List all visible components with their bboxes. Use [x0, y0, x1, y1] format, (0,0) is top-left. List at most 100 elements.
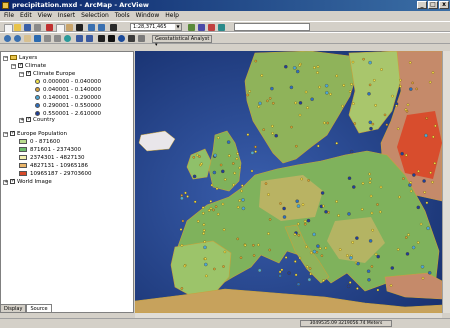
station-point — [270, 86, 274, 91]
fixed-zoom-out-icon[interactable] — [54, 35, 61, 42]
menu-selection[interactable]: Selection — [81, 11, 109, 21]
europe-map[interactable] — [135, 51, 442, 313]
layers-collapse-toggle[interactable]: − — [3, 56, 8, 61]
climate-checkbox[interactable]: ✓ — [18, 63, 23, 68]
station-point — [369, 126, 373, 131]
menu-edit[interactable]: Edit — [20, 11, 32, 21]
country-layer[interactable]: ✓ Country — [26, 116, 55, 124]
station-point — [296, 204, 301, 208]
climate-europe-collapse-toggle[interactable]: − — [19, 72, 24, 77]
find-binoculars-icon[interactable] — [128, 35, 135, 42]
measure-icon[interactable] — [138, 35, 145, 42]
station-point — [351, 60, 355, 64]
menu-window[interactable]: Window — [136, 11, 160, 21]
station-point — [416, 205, 421, 210]
pan-hand-icon[interactable] — [24, 35, 31, 42]
world-image-checkbox[interactable]: ✓ — [10, 179, 15, 184]
tools-toolbar: Geostatistical Analyst ▾ — [0, 32, 450, 48]
back-extent-icon[interactable] — [76, 35, 83, 42]
menu-bar: File Edit View Insert Selection Tools Wi… — [0, 11, 450, 21]
station-point — [376, 254, 380, 259]
select-features-icon[interactable] — [98, 35, 105, 42]
station-point — [368, 120, 373, 125]
station-point — [198, 155, 201, 158]
delete-icon[interactable] — [76, 24, 83, 31]
command-line-icon[interactable] — [208, 24, 215, 31]
station-point — [423, 191, 426, 194]
world-image-layer[interactable]: ✓ World Image — [10, 178, 52, 186]
station-point — [320, 254, 324, 257]
identify-icon[interactable] — [118, 35, 125, 42]
map-scale-combo[interactable]: 1:28,371,465 ▼ — [130, 23, 182, 31]
europe-population-layer[interactable]: ✓ Europe Population — [10, 130, 67, 138]
legend-swatch-icon — [19, 147, 27, 152]
forward-extent-icon[interactable] — [86, 35, 93, 42]
full-extent-icon[interactable] — [34, 35, 41, 42]
world-image-expand-toggle[interactable]: + — [3, 180, 8, 185]
station-point — [324, 210, 328, 214]
layers-row[interactable]: Layers — [10, 54, 37, 62]
chevron-down-icon[interactable]: ▼ — [175, 24, 181, 30]
redo-icon[interactable] — [98, 24, 105, 31]
map-vertical-scrollbar[interactable] — [442, 51, 450, 313]
station-point — [203, 245, 207, 250]
station-point — [313, 66, 316, 69]
station-point — [335, 74, 338, 78]
fixed-zoom-in-icon[interactable] — [44, 35, 51, 42]
europe-population-checkbox[interactable]: ✓ — [10, 131, 15, 136]
station-point — [320, 191, 325, 195]
station-point — [303, 222, 307, 226]
station-point — [303, 220, 307, 223]
help-pointer-icon[interactable] — [218, 24, 225, 31]
globe-icon[interactable] — [64, 35, 71, 42]
cut-icon[interactable] — [46, 24, 53, 31]
add-data-icon[interactable] — [110, 24, 117, 31]
station-point — [292, 66, 297, 70]
print-icon[interactable] — [34, 24, 41, 31]
table-of-contents: − Layers − ✓ Climate − ✓ Climate Europe 0.… — [0, 51, 134, 313]
menu-file[interactable]: File — [4, 11, 14, 21]
editor-toolbar-icon[interactable] — [188, 24, 195, 31]
climate-europe-layer[interactable]: ✓ Climate Europe — [26, 70, 75, 78]
undo-icon[interactable] — [88, 24, 95, 31]
climate-europe-checkbox[interactable]: ✓ — [26, 71, 31, 76]
save-icon[interactable] — [24, 24, 31, 31]
station-point — [353, 122, 357, 125]
arcmap-app-icon — [2, 2, 9, 9]
arctoolbox-icon[interactable] — [198, 24, 205, 31]
open-folder-icon[interactable] — [14, 24, 21, 31]
station-point — [235, 157, 239, 161]
climate-label: Climate — [25, 63, 47, 69]
zoom-out-icon[interactable] — [14, 35, 21, 42]
menu-view[interactable]: View — [38, 11, 52, 21]
station-point — [425, 201, 429, 205]
geostatistical-analyst-menu[interactable]: Geostatistical Analyst ▾ — [152, 35, 212, 48]
map-view[interactable] — [135, 51, 442, 313]
climate-collapse-toggle[interactable]: − — [11, 64, 16, 69]
menu-help[interactable]: Help — [165, 11, 179, 21]
europe-population-label: Europe Population — [17, 131, 67, 137]
country-expand-toggle[interactable]: + — [19, 118, 24, 123]
paste-icon[interactable] — [66, 24, 73, 31]
climate-layer[interactable]: ✓ Climate — [18, 62, 46, 70]
menu-tools[interactable]: Tools — [115, 11, 130, 21]
station-point — [312, 232, 316, 237]
country-checkbox[interactable]: ✓ — [26, 117, 31, 122]
station-point — [202, 232, 205, 235]
menu-insert[interactable]: Insert — [58, 11, 75, 21]
station-point — [427, 271, 432, 275]
tab-display[interactable]: Display — [0, 304, 27, 313]
select-pointer-icon[interactable] — [108, 35, 115, 42]
europe-population-collapse-toggle[interactable]: − — [3, 132, 8, 137]
station-point — [349, 149, 354, 154]
zoom-in-icon[interactable] — [4, 35, 11, 42]
station-point — [391, 94, 394, 98]
station-point — [306, 106, 309, 109]
minimize-button[interactable]: _ — [417, 1, 427, 9]
maximize-button[interactable]: □ — [428, 1, 438, 9]
search-input[interactable] — [234, 23, 310, 31]
tab-source[interactable]: Source — [26, 304, 52, 313]
population-class-row: 10965187 - 29703600 — [19, 170, 91, 178]
station-point — [396, 248, 400, 251]
close-button[interactable]: x — [439, 1, 449, 9]
